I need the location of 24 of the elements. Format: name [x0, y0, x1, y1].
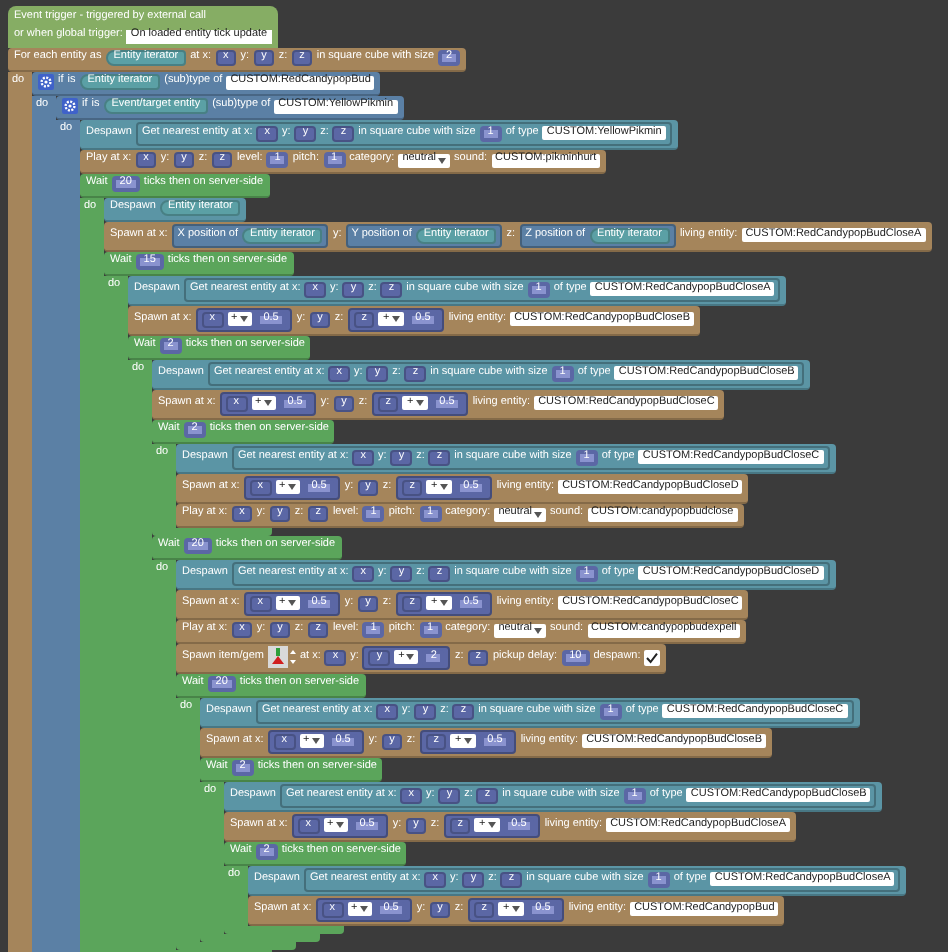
caret-icon	[359, 906, 368, 912]
caret-icon	[487, 822, 496, 828]
caret-icon	[439, 484, 448, 490]
block-footer	[152, 527, 272, 535]
caret-icon	[406, 654, 415, 660]
gear-icon[interactable]	[62, 98, 78, 114]
check-icon	[646, 651, 659, 663]
caret-icon	[391, 316, 400, 322]
caret-icon	[534, 511, 543, 517]
caret-icon	[438, 157, 447, 163]
caret-icon	[263, 400, 272, 406]
caret-icon	[311, 738, 320, 744]
item-icon[interactable]	[267, 646, 296, 668]
caret-icon	[335, 822, 344, 828]
caret-icon	[415, 400, 424, 406]
caret-icon	[439, 600, 448, 606]
caret-icon	[287, 484, 296, 490]
caret-icon	[511, 906, 520, 912]
caret-icon	[534, 627, 543, 633]
caret-icon	[463, 738, 472, 744]
checkbox[interactable]	[644, 649, 661, 665]
gear-icon[interactable]	[38, 74, 54, 90]
caret-icon	[239, 316, 248, 322]
caret-icon	[287, 600, 296, 606]
